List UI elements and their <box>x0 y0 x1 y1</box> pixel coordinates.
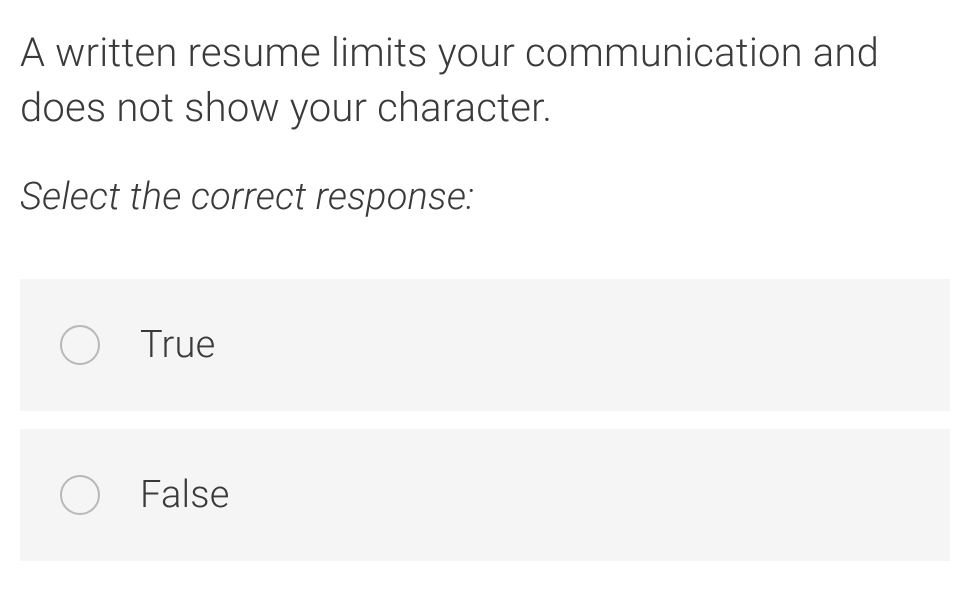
question-instruction: Select the correct response: <box>20 175 950 219</box>
question-text: A written resume limits your communicati… <box>20 25 950 135</box>
radio-icon <box>60 325 100 365</box>
option-label: True <box>140 323 215 367</box>
option-true[interactable]: True <box>20 279 950 411</box>
radio-icon <box>60 475 100 515</box>
option-label: False <box>140 473 230 517</box>
option-false[interactable]: False <box>20 429 950 561</box>
